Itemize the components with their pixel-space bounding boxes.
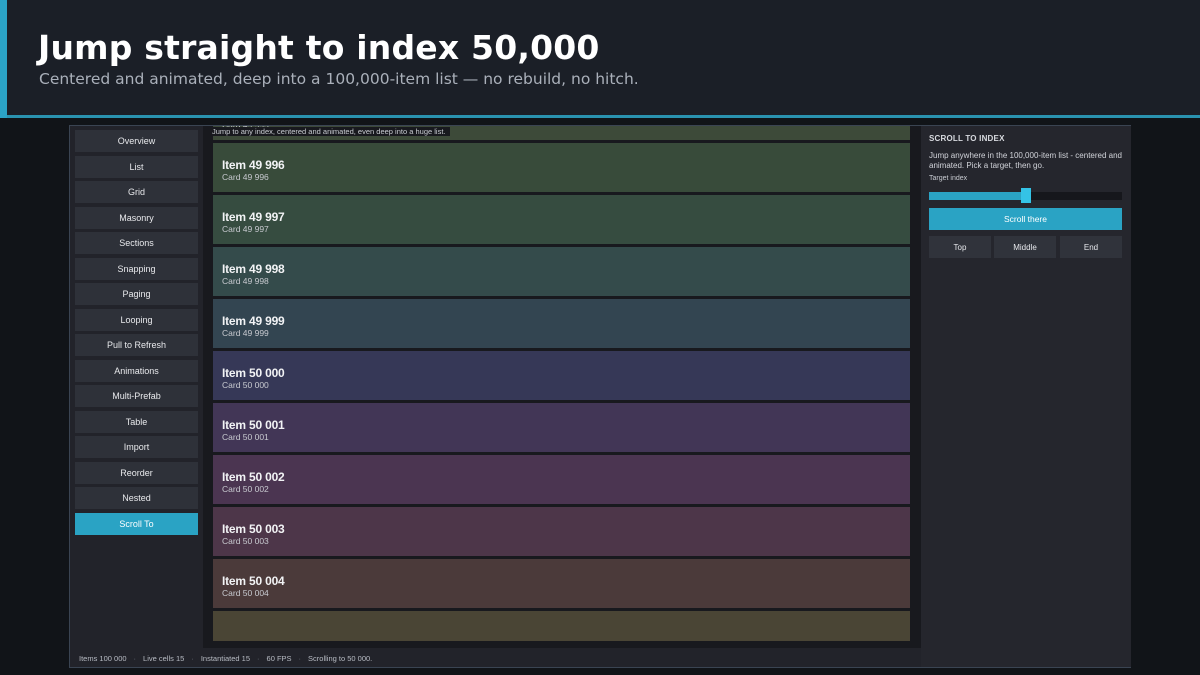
sidebar-item-overview[interactable]: Overview (75, 130, 198, 152)
status-instantiated: Instantiated 15 (200, 654, 251, 663)
middle-button[interactable]: Middle (994, 236, 1056, 258)
scroll-there-button[interactable]: Scroll there (929, 208, 1122, 230)
list-viewport[interactable]: Item 49 995Card 49 995Item 49 996Card 49… (213, 126, 910, 641)
panel-description: Jump anywhere in the 100,000-item list -… (929, 151, 1122, 170)
sidebar-nav: Overview List Grid Masonry Sections Snapping P… (75, 130, 198, 538)
list-item-subtitle: Card 50 002 (222, 484, 269, 494)
list-item-title: Item 50 000 (222, 366, 285, 380)
list-item-title: Item 50 001 (222, 418, 285, 432)
list-item-subtitle: Card 50 003 (222, 536, 269, 546)
sidebar-item-paging[interactable]: Paging (75, 283, 198, 305)
demo-window: Overview List Grid Masonry Sections Snapping P… (69, 125, 1131, 668)
list-item-subtitle: Card 50 004 (222, 588, 269, 598)
list-item-subtitle: Card 49 998 (222, 276, 269, 286)
sidebar-item-grid[interactable]: Grid (75, 181, 198, 203)
hero-subtitle: Centered and animated, deep into a 100,0… (39, 70, 639, 88)
status-live-cells: Live cells 15 (143, 654, 185, 663)
list-item[interactable]: Item 49 999 Card 49 999 (213, 299, 910, 348)
list-item[interactable]: Item 50 001 Card 50 001 (213, 403, 910, 452)
status-fps: 60 FPS (266, 654, 292, 663)
slider-handle[interactable] (1020, 188, 1031, 203)
sidebar-item-snapping[interactable]: Snapping (75, 257, 198, 280)
status-items: Items 100 000 (79, 654, 127, 663)
list-caption: Jump to any index, centered and animated… (212, 127, 450, 136)
sidebar-item-nested[interactable]: Nested (75, 487, 198, 509)
target-index-slider[interactable] (929, 188, 1122, 203)
sidebar-item-scroll-to[interactable]: Scroll To (75, 512, 198, 535)
status-bar: Items 100 000 · Live cells 15 · Instantiated… (79, 654, 372, 663)
scroll-to-panel: SCROLL TO INDEX Jump anywhere in the 100… (921, 126, 1131, 667)
list-item-title: Item 49 997 (222, 210, 285, 224)
hero-accent-bar (0, 0, 7, 118)
list-item-subtitle: Card 50 001 (222, 432, 269, 442)
list-item[interactable]: Item 50 004 Card 50 004 (213, 559, 910, 608)
sidebar-item-animations[interactable]: Animations (75, 359, 198, 382)
sidebar-item-looping[interactable]: Looping (75, 308, 198, 331)
list-item-subtitle: Card 49 999 (222, 328, 269, 338)
sidebar-item-table[interactable]: Table (75, 410, 198, 433)
sidebar-item-reorder[interactable]: Reorder (75, 461, 198, 484)
list-item[interactable]: Item 50 000 Card 50 000 (213, 351, 910, 400)
panel-heading: SCROLL TO INDEX (929, 134, 1005, 143)
list-item-title: Item 50 004 (222, 574, 285, 588)
status-message: Scrolling to 50 000. (308, 654, 373, 663)
status-separator: · (133, 654, 137, 663)
status-separator: · (298, 654, 302, 663)
list-item-title: Item 50 002 (222, 470, 285, 484)
list-item-subtitle: Card 49 997 (222, 224, 269, 234)
list-item-subtitle: Card 50 000 (222, 380, 269, 390)
status-separator: · (191, 654, 194, 663)
list-item[interactable]: Item 50 003 Card 50 003 (213, 507, 910, 556)
hero-header: Jump straight to index 50,000 Centered a… (0, 0, 1200, 118)
sidebar-item-sections[interactable]: Sections (75, 232, 198, 254)
list-item[interactable]: Item 49 996 Card 49 996 (213, 143, 910, 192)
sidebar-item-import[interactable]: Import (75, 436, 198, 458)
position-button-row: Top Middle End (929, 236, 1122, 258)
list-item[interactable]: Item 50 002 Card 50 002 (213, 455, 910, 504)
sidebar-item-masonry[interactable]: Masonry (75, 206, 198, 229)
hero-title: Jump straight to index 50,000 (38, 28, 600, 67)
target-index-label: Target index (929, 175, 968, 182)
list-item-subtitle: Card 49 996 (222, 172, 269, 182)
status-separator: · (257, 654, 260, 663)
sidebar-item-list[interactable]: List (75, 155, 198, 178)
list-area: Jump to any index, centered and animated… (203, 126, 921, 648)
top-button[interactable]: Top (929, 236, 991, 258)
sidebar-item-pull-to-refresh[interactable]: Pull to Refresh (75, 334, 198, 356)
end-button[interactable]: End (1060, 236, 1122, 258)
list-item-title: Item 49 998 (222, 262, 285, 276)
sidebar-item-multi-prefab[interactable]: Multi-Prefab (75, 385, 198, 407)
list-item-title: Item 49 999 (222, 314, 285, 328)
list-item-title: Item 49 996 (222, 158, 285, 172)
list-item-title: Item 50 003 (222, 522, 285, 536)
list-item[interactable] (213, 611, 910, 641)
list-item[interactable]: Item 49 998 Card 49 998 (213, 247, 910, 296)
slider-fill (929, 192, 1026, 200)
list-item[interactable]: Item 49 997 Card 49 997 (213, 195, 910, 244)
